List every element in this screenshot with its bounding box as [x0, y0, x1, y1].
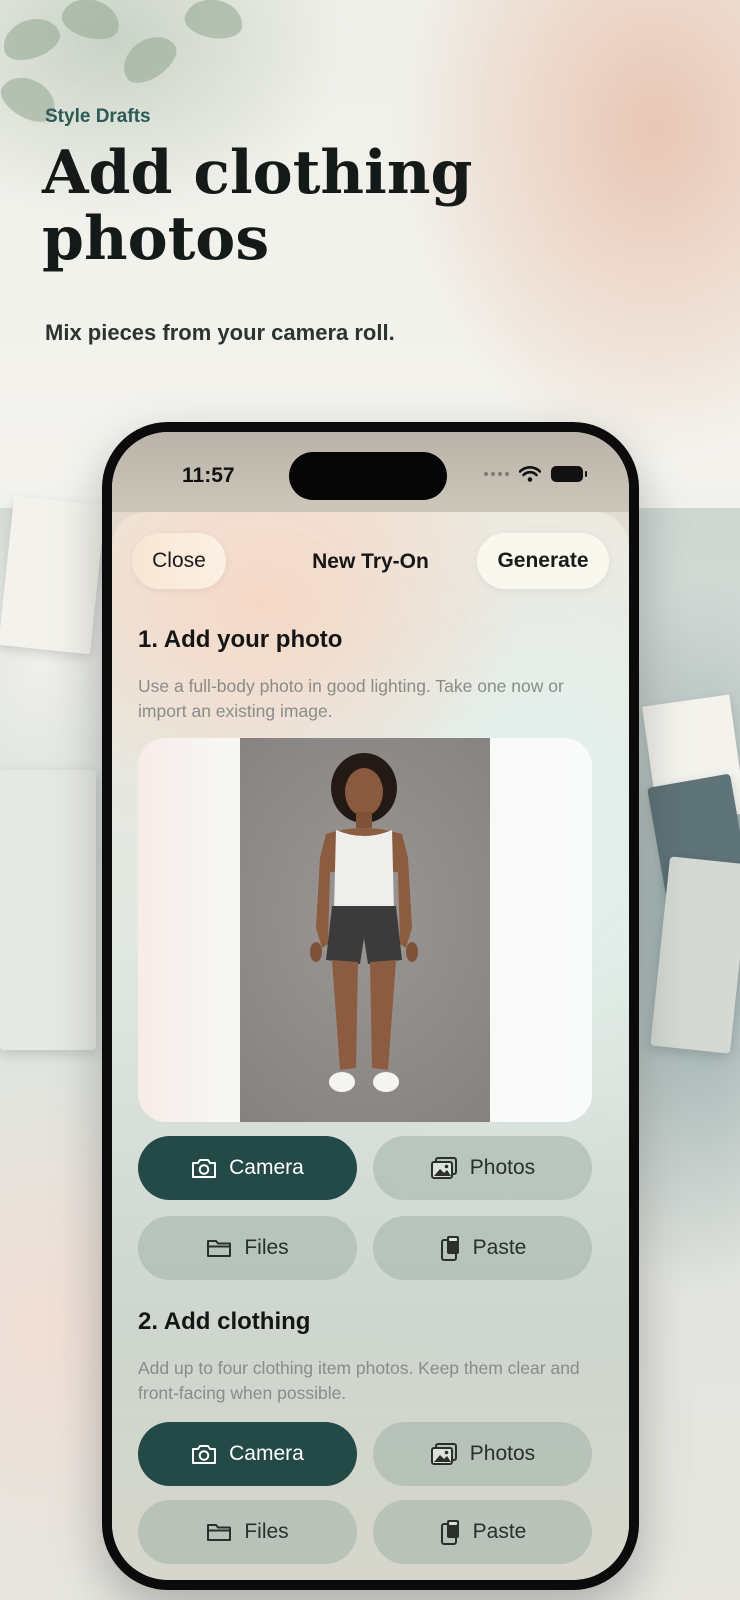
button-label: Camera — [229, 1442, 304, 1465]
person-figure — [310, 753, 418, 1092]
button-label: Files — [244, 1236, 289, 1259]
section-description-clothing: Add up to four clothing item photos. Kee… — [138, 1358, 580, 1403]
app-name: Style Drafts — [45, 106, 151, 127]
paper-tag — [0, 495, 106, 655]
section-description-photo: Use a full-body photo in good lighting. … — [138, 676, 564, 721]
phone-screen: 11:57 Close New Try-On Generate 1. Add y… — [112, 432, 629, 1580]
photo-paste-button[interactable]: Paste — [373, 1216, 592, 1280]
clothing-paste-button[interactable]: Paste — [373, 1500, 592, 1564]
user-photo-preview[interactable] — [138, 738, 592, 1122]
status-time: 11:57 — [182, 464, 235, 487]
wifi-icon — [519, 466, 541, 482]
photo-library-button[interactable]: Photos — [373, 1136, 592, 1200]
status-icons — [484, 466, 587, 482]
folder-icon — [207, 1240, 232, 1257]
photos-icon — [430, 1443, 457, 1465]
button-label: Paste — [472, 1236, 527, 1259]
folder-icon — [207, 1524, 232, 1541]
button-label: Files — [244, 1520, 289, 1543]
photo-camera-button[interactable]: Camera — [138, 1136, 357, 1200]
clothing-files-button[interactable]: Files — [138, 1500, 357, 1564]
button-label: Camera — [229, 1156, 304, 1179]
paste-icon — [440, 1236, 459, 1261]
new-try-on-sheet: Close New Try-On Generate 1. Add your ph… — [112, 512, 629, 1580]
button-label: Photos — [469, 1156, 536, 1179]
generate-button[interactable]: Generate — [477, 533, 609, 589]
section-title-clothing: 2. Add clothing — [138, 1308, 311, 1335]
signal-icon — [484, 472, 509, 476]
phone-frame: 11:57 Close New Try-On Generate 1. Add y… — [102, 422, 639, 1590]
clothing-camera-button[interactable]: Camera — [138, 1422, 357, 1486]
photos-icon — [430, 1157, 457, 1179]
clothing-photos-button[interactable]: Photos — [373, 1422, 592, 1486]
user-photo — [240, 738, 490, 1122]
dynamic-island — [289, 452, 447, 500]
photo-files-button[interactable]: Files — [138, 1216, 357, 1280]
camera-icon — [192, 1159, 217, 1178]
battery-icon — [551, 466, 587, 482]
button-label: Paste — [472, 1520, 527, 1543]
camera-icon — [192, 1445, 217, 1464]
paste-icon — [440, 1520, 459, 1545]
page-subtitle: Mix pieces from your camera roll. — [45, 320, 395, 345]
button-label: Photos — [469, 1442, 536, 1465]
section-title-photo: 1. Add your photo — [138, 626, 343, 653]
fabric-swatch — [0, 770, 96, 1050]
page-title: Add clothing photos — [42, 138, 473, 274]
